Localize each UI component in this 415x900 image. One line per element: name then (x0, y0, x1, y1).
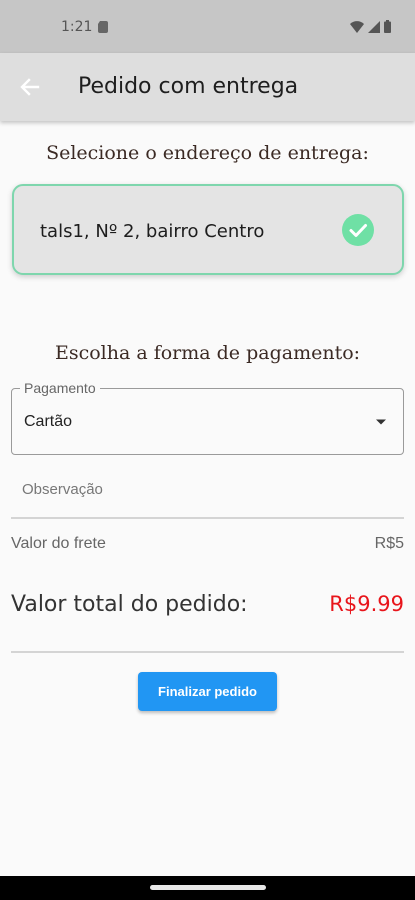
divider (11, 651, 404, 653)
address-card[interactable]: tals1, Nº 2, bairro Centro (12, 184, 404, 275)
sim-card-icon (98, 21, 108, 33)
status-icons (350, 20, 391, 33)
total-value: R$9.99 (329, 592, 404, 616)
payment-select[interactable]: Pagamento Cartão (11, 380, 404, 455)
signal-icon (368, 20, 380, 33)
total-label: Valor total do pedido: (11, 592, 248, 617)
check-circle-icon (342, 214, 374, 246)
status-time: 1:21 (61, 19, 93, 35)
caret-down-icon (376, 419, 386, 425)
payment-section-title: Escolha a forma de pagamento: (54, 342, 361, 364)
finish-order-button[interactable]: Finalizar pedido (138, 672, 277, 711)
arrow-left-icon[interactable] (14, 73, 46, 101)
observation-label: Observação (22, 481, 103, 498)
navigation-bar (0, 876, 415, 900)
battery-icon (384, 20, 391, 33)
wifi-icon (350, 20, 364, 33)
observation-underline (11, 517, 404, 519)
payment-field-label: Pagamento (20, 380, 100, 396)
payment-selected-value: Cartão (24, 413, 73, 430)
status-bar: 1:21 (0, 0, 415, 53)
freight-label: Valor do frete (11, 535, 106, 552)
app-bar: Pedido com entrega (0, 53, 415, 121)
address-text: tals1, Nº 2, bairro Centro (40, 221, 265, 242)
page-title: Pedido com entrega (78, 74, 299, 99)
address-section-title: Selecione o endereço de entrega: (46, 142, 369, 164)
freight-value: R$5 (374, 535, 404, 552)
home-indicator[interactable] (150, 885, 266, 890)
